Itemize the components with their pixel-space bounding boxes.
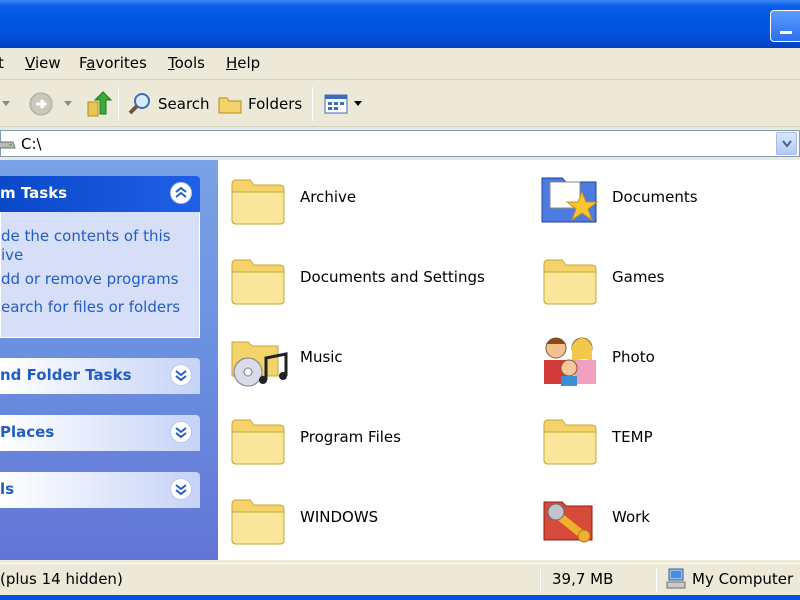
expand-chevron-icon[interactable] <box>170 478 192 500</box>
system-tasks-header[interactable]: m Tasks <box>0 176 200 212</box>
task-link-hide-contents-cont[interactable]: ive <box>1 246 23 264</box>
item-label: Photo <box>612 348 655 366</box>
status-bar: (plus 14 hidden) 39,7 MB My Computer <box>0 563 800 595</box>
photo-people-icon <box>544 337 596 386</box>
menu-edit[interactable]: t <box>0 54 4 72</box>
my-documents-icon <box>541 177 599 223</box>
back-dropdown-icon[interactable] <box>2 89 16 119</box>
details-title: ls <box>0 480 15 498</box>
status-object-count: (plus 14 hidden) <box>0 570 123 588</box>
music-folder-icon <box>231 341 288 387</box>
menu-view[interactable]: View <box>25 54 61 72</box>
item-label: WINDOWS <box>300 508 379 526</box>
folders-button[interactable]: Folders <box>218 89 302 119</box>
folder-item-program-files[interactable]: Program Files <box>218 400 508 480</box>
address-value: C:\ <box>21 135 42 153</box>
system-tasks-body: de the contents of this ive dd or remove… <box>0 212 200 338</box>
address-input[interactable]: C:\ <box>0 130 800 157</box>
item-label: Documents <box>612 188 698 206</box>
folder-icon <box>231 179 285 225</box>
folder-item-work[interactable]: Work <box>530 480 800 560</box>
status-zone: My Computer <box>692 570 794 588</box>
folder-icon <box>543 259 597 305</box>
expand-chevron-icon[interactable] <box>170 364 192 386</box>
chevron-down-icon <box>782 140 792 148</box>
file-folder-tasks-header[interactable]: nd Folder Tasks <box>0 358 200 394</box>
file-folder-tasks-title: nd Folder Tasks <box>0 366 132 384</box>
folder-item-temp[interactable]: TEMP <box>530 400 800 480</box>
expand-chevron-icon[interactable] <box>170 421 192 443</box>
address-dropdown-button[interactable] <box>776 132 797 155</box>
forward-arrow-icon <box>29 92 53 116</box>
item-label: Program Files <box>300 428 401 446</box>
system-tasks-title: m Tasks <box>0 184 68 202</box>
address-bar: C:\ <box>0 127 800 159</box>
views-button[interactable] <box>324 89 368 119</box>
forward-button[interactable] <box>28 89 60 119</box>
folder-view[interactable]: Archive Documents Documents and Settings… <box>218 160 800 560</box>
item-label: Music <box>300 348 343 366</box>
drive-icon <box>0 141 16 149</box>
title-bar[interactable] <box>0 0 800 48</box>
work-tools-icon <box>543 501 593 543</box>
folders-icon <box>218 97 242 114</box>
folder-item-games[interactable]: Games <box>530 240 800 320</box>
computer-icon <box>666 568 686 589</box>
folder-item-documents[interactable]: Documents <box>530 160 800 240</box>
search-button-label: Search <box>158 95 210 113</box>
folder-item-windows[interactable]: WINDOWS <box>218 480 508 560</box>
folders-button-label: Folders <box>248 95 303 113</box>
other-places-title: Places <box>0 423 55 441</box>
folder-item-documents-and-settings[interactable]: Documents and Settings <box>218 240 508 320</box>
item-label: Games <box>612 268 665 286</box>
forward-dropdown-icon[interactable] <box>64 89 78 119</box>
status-size: 39,7 MB <box>552 570 614 588</box>
other-places-header[interactable]: Places <box>0 415 200 451</box>
task-link-hide-contents[interactable]: de the contents of this <box>1 227 171 245</box>
item-label: TEMP <box>612 428 653 446</box>
folder-icon <box>231 419 285 465</box>
search-button[interactable]: Search <box>128 89 210 119</box>
toolbar: Search Folders <box>0 81 800 127</box>
task-link-add-remove-programs[interactable]: dd or remove programs <box>1 270 179 288</box>
folder-icon <box>231 499 285 545</box>
folder-item-photo[interactable]: Photo <box>530 320 800 400</box>
views-dropdown-icon <box>354 101 362 106</box>
folder-item-music[interactable]: Music <box>218 320 508 400</box>
item-label: Documents and Settings <box>300 268 485 286</box>
menu-bar: t View Favorites Tools Help <box>0 48 800 80</box>
item-label: Archive <box>300 188 357 206</box>
views-icon <box>324 94 348 114</box>
folder-item-archive[interactable]: Archive <box>218 160 508 240</box>
window-bottom-border <box>0 595 800 600</box>
folder-icon <box>231 259 285 305</box>
task-link-search[interactable]: earch for files or folders <box>1 298 180 316</box>
item-label: Work <box>612 508 650 526</box>
task-pane: m Tasks de the contents of this ive dd o… <box>0 160 218 560</box>
menu-favorites[interactable]: Favorites <box>79 54 147 72</box>
up-folder-button[interactable] <box>84 89 118 119</box>
up-folder-icon <box>87 91 112 117</box>
folder-icon <box>543 419 597 465</box>
details-header[interactable]: ls <box>0 472 200 508</box>
minimize-button[interactable] <box>770 10 800 42</box>
collapse-chevron-icon[interactable] <box>170 182 192 204</box>
menu-help[interactable]: Help <box>226 54 260 72</box>
menu-tools[interactable]: Tools <box>168 54 205 72</box>
search-icon <box>128 93 150 115</box>
